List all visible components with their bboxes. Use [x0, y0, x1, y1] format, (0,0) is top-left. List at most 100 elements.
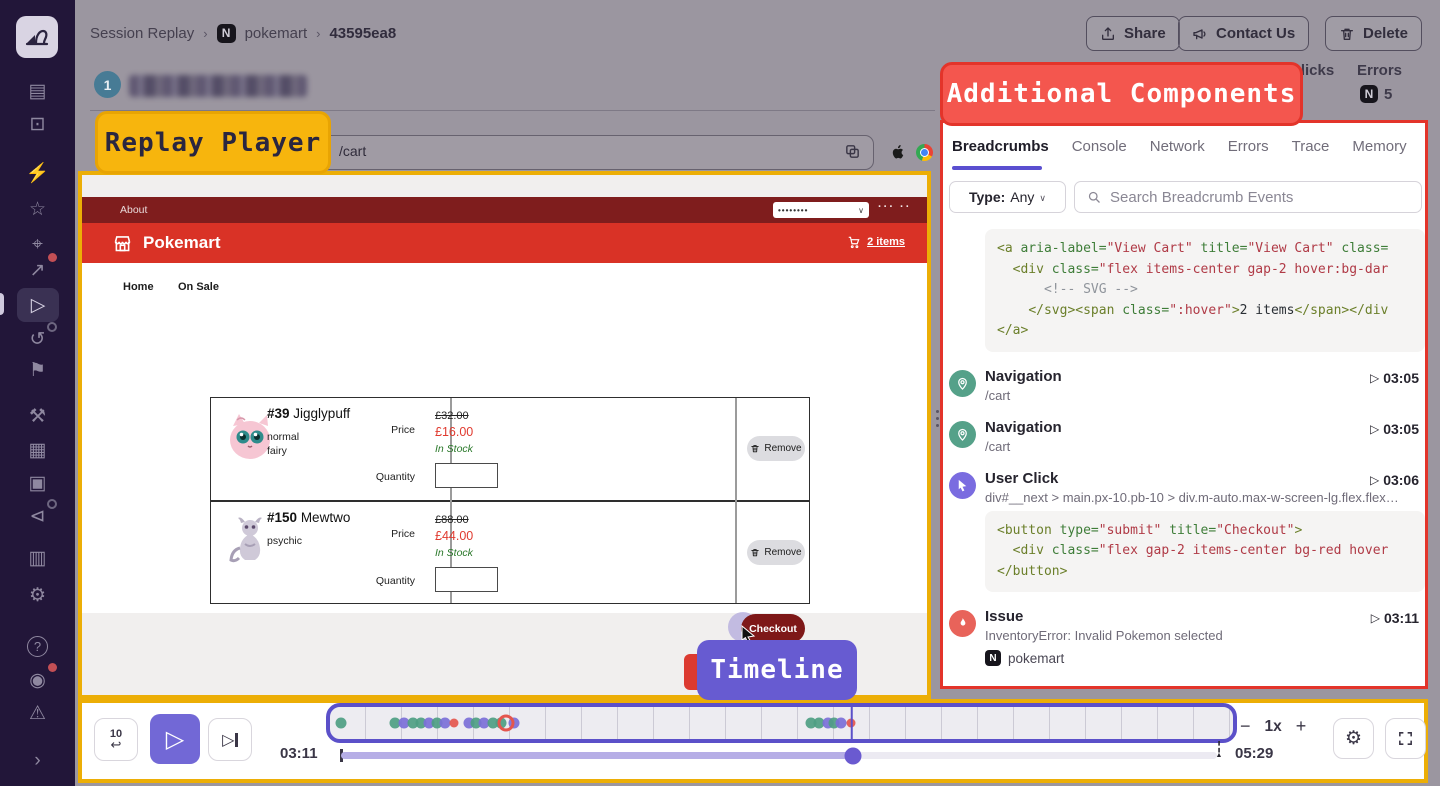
notification-badge [48, 663, 57, 672]
sidebar-glyph: ⚡ [26, 161, 50, 185]
event-timestamp: 03:06 [1383, 472, 1419, 488]
site-nav-onsale[interactable]: On Sale [178, 281, 219, 293]
play-button[interactable]: ▷ [150, 714, 200, 764]
price-label: Price [379, 424, 415, 436]
warning-icon[interactable]: ⚠ [0, 698, 75, 728]
breadcrumb: Session Replay›Npokemart›43595ea8 [90, 23, 396, 43]
tab-errors[interactable]: Errors [1228, 138, 1269, 155]
jump-to-time-button[interactable]: ▷03:11 [1371, 610, 1419, 626]
live-icon[interactable]: ◉ [0, 665, 75, 695]
site-about-link[interactable]: About [120, 204, 147, 216]
event-row-navigation[interactable]: Navigation/cart▷03:05 [949, 419, 1425, 454]
breadcrumb-item[interactable]: Session Replay [90, 25, 194, 42]
favorites-icon[interactable]: ☆ [0, 194, 75, 224]
timeline-minimap[interactable] [326, 703, 1237, 743]
breadcrumb-item[interactable]: 43595ea8 [329, 25, 396, 42]
remove-button[interactable]: Remove [747, 540, 805, 565]
tab-console[interactable]: Console [1072, 138, 1127, 155]
trash-icon [1339, 26, 1355, 42]
active-tab-underline [952, 166, 1042, 170]
nextjs-badge-icon: N [1360, 85, 1378, 103]
notebooks-icon[interactable]: ▤ [0, 76, 75, 106]
delete-button[interactable]: Delete [1325, 16, 1422, 51]
jump-to-time-button[interactable]: ▷03:05 [1370, 370, 1419, 386]
sidebar-glyph: ⊲ [30, 505, 46, 528]
event-row-navigation[interactable]: Navigation/cart▷03:05 [949, 368, 1425, 403]
button-label: Contact Us [1216, 25, 1295, 42]
sidebar-glyph: ▦ [29, 439, 47, 462]
event-subtitle: /cart [985, 439, 1403, 454]
play-icon: ▷ [1370, 473, 1379, 487]
product-analytics-icon[interactable]: ▥ [0, 543, 75, 573]
experiments-icon[interactable]: ⚒ [0, 401, 75, 431]
seek-bar[interactable] [341, 752, 1217, 759]
event-title: User Click [985, 470, 1425, 487]
rewind-10-button[interactable]: 10↩ [94, 718, 138, 761]
breadcrumb-search-input[interactable]: Search Breadcrumb Events [1074, 181, 1422, 213]
jump-to-time-button[interactable]: ▷03:05 [1370, 421, 1419, 437]
settings-icon[interactable]: ⚙ [0, 580, 75, 610]
code-snippet: <button type="submit" title="Checkout"> … [985, 511, 1425, 593]
tab-trace[interactable]: Trace [1292, 138, 1330, 155]
seek-thumb[interactable] [844, 747, 861, 764]
posthog-logo[interactable] [16, 16, 58, 58]
timeline-marker-green [335, 718, 346, 729]
pin-icon [949, 370, 976, 397]
quantity-input[interactable] [435, 567, 498, 592]
sidebar-glyph: ⚑ [29, 359, 46, 382]
data-management-icon[interactable]: ⊡ [0, 109, 75, 139]
event-main: IssueInventoryError: Invalid Pokemon sel… [985, 608, 1425, 666]
event-row-issue[interactable]: IssueInventoryError: Invalid Pokemon sel… [949, 608, 1425, 666]
site-brand[interactable]: Pokemart [143, 233, 220, 253]
sidebar-glyph: ⚙ [29, 584, 46, 607]
copy-icon[interactable] [844, 143, 861, 160]
tab-breadcrumbs[interactable]: Breadcrumbs [952, 138, 1049, 155]
dashboards-icon[interactable]: ▦ [0, 435, 75, 465]
event-row-user-click[interactable]: User Clickdiv#__next > main.px-10.pb-10 … [949, 470, 1425, 505]
history-icon[interactable]: ↺ [0, 324, 75, 354]
fullscreen-icon [1397, 730, 1414, 747]
skip-to-end-button[interactable]: ▷ [208, 718, 252, 761]
seek-fill [341, 752, 853, 759]
site-select[interactable]: •••••••• ∨ [773, 202, 869, 218]
speed-value[interactable]: 1x [1265, 718, 1282, 736]
tab-memory[interactable]: Memory [1352, 138, 1406, 155]
player-settings-button[interactable]: ⚙ [1333, 718, 1374, 759]
jump-to-time-button[interactable]: ▷ 03:06 [1370, 472, 1419, 488]
timeline-marker-ring [498, 715, 515, 732]
event-main: User Clickdiv#__next > main.px-10.pb-10 … [985, 470, 1425, 505]
speed-decrease-button[interactable]: − [1240, 716, 1251, 737]
contact-us-button[interactable]: Contact Us [1178, 16, 1309, 51]
quantity-input[interactable] [435, 463, 498, 488]
view-cart-link[interactable]: 2 items [847, 235, 905, 249]
site-top-bar: About •••••••• ∨ ··· ·· [82, 197, 927, 223]
cart-item-row: #39 JigglypuffnormalfairyPrice£32.00£16.… [211, 398, 809, 501]
apple-os-icon [889, 142, 907, 162]
tab-network[interactable]: Network [1150, 138, 1205, 155]
help-icon[interactable]: ? [0, 631, 75, 661]
timeline-playhead[interactable] [851, 707, 854, 739]
share-button[interactable]: Share [1086, 16, 1180, 51]
storefront-icon [112, 233, 133, 254]
session-replay-icon[interactable]: ▷ [17, 288, 59, 322]
trends-icon[interactable]: ↗ [0, 255, 75, 285]
skip-end-icon: ▷ [222, 730, 234, 750]
errors-count: N 5 [1360, 85, 1392, 103]
cart-icon [847, 235, 861, 249]
library-icon[interactable]: ▣ [0, 468, 75, 498]
site-nav-home[interactable]: Home [123, 281, 154, 293]
speed-increase-button[interactable]: + [1296, 716, 1307, 737]
type-filter-dropdown[interactable]: Type:Any∨ [949, 181, 1066, 213]
expand-icon[interactable]: › [0, 746, 75, 776]
alerts-icon[interactable]: ⚑ [0, 355, 75, 385]
sidebar-glyph: ↺ [30, 328, 46, 351]
activity-icon[interactable]: ⚡ [0, 158, 75, 188]
announcements-icon[interactable]: ⊲ [0, 501, 75, 531]
remove-label: Remove [764, 547, 801, 558]
fullscreen-button[interactable] [1385, 718, 1426, 759]
pokemon-name: #39 Jigglypuff [267, 406, 350, 421]
remove-button[interactable]: Remove [747, 436, 805, 461]
breadcrumb-item[interactable]: pokemart [245, 25, 308, 42]
avatar[interactable]: 1 [94, 71, 121, 98]
cart-item-row: #150 MewtwopsychicPrice£88.00£44.00In St… [211, 502, 809, 605]
